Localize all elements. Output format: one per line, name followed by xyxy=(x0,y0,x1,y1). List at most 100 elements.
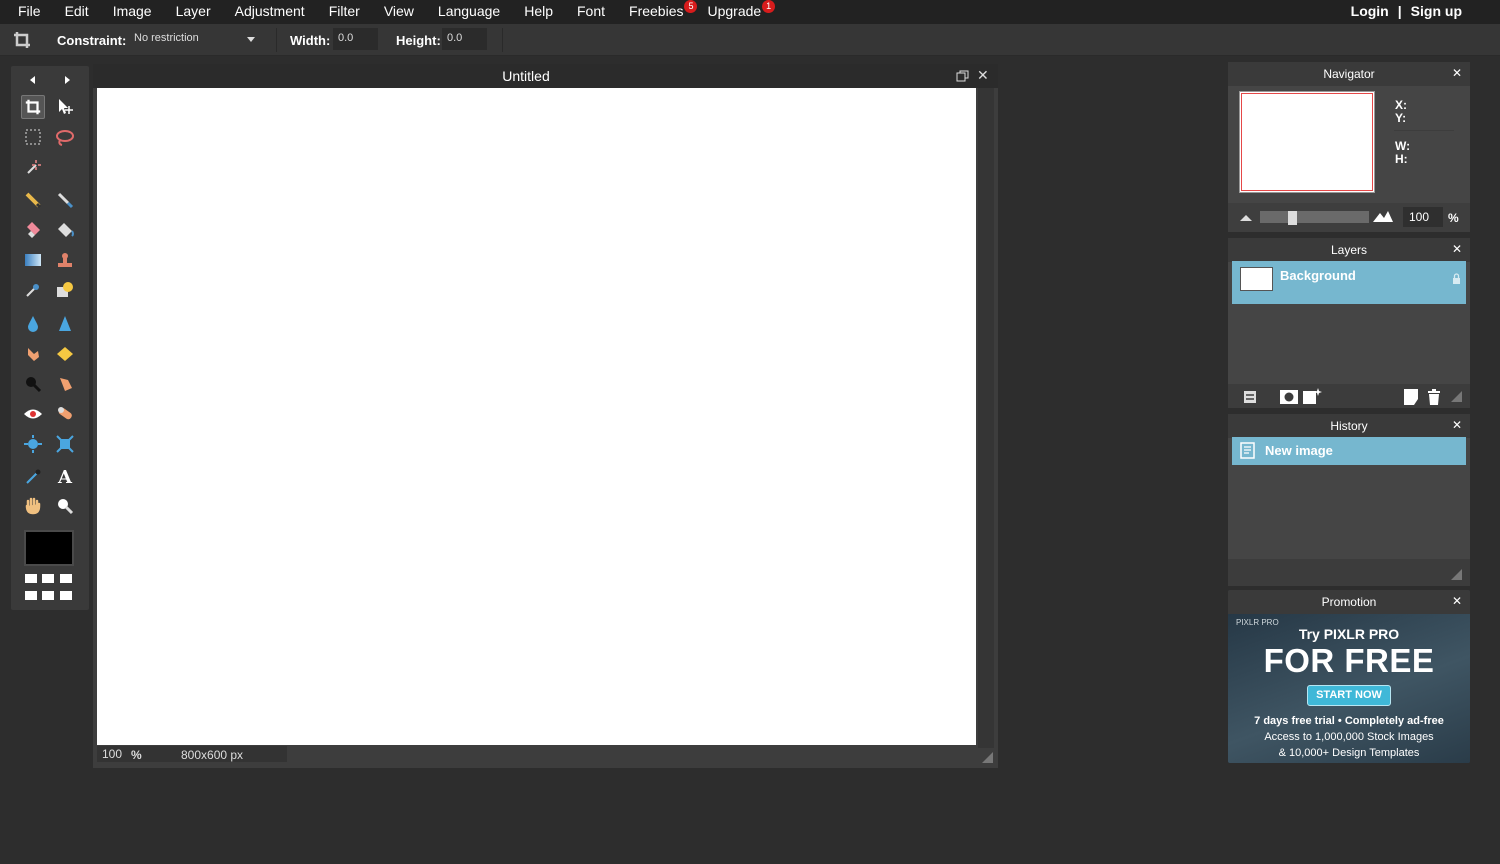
move-tool-button[interactable] xyxy=(53,95,77,119)
resize-grip-icon[interactable] xyxy=(982,752,993,763)
bucket-tool-button[interactable] xyxy=(53,218,77,242)
promotion-title: Promotion xyxy=(1321,595,1377,609)
foreground-color-swatch[interactable] xyxy=(24,530,74,566)
zoom-input[interactable]: 100 xyxy=(1403,207,1443,227)
menu-language[interactable]: Language xyxy=(426,0,512,24)
dodge-tool-button[interactable] xyxy=(53,372,77,396)
promotion-banner[interactable]: PIXLR PRO Try PIXLR PRO FOR FREE START N… xyxy=(1228,614,1470,763)
toolbox-right-arrow-icon[interactable] xyxy=(65,76,70,84)
height-input[interactable]: 0.0 xyxy=(442,28,487,50)
gradient-tool-button[interactable] xyxy=(21,248,45,272)
menu-font[interactable]: Font xyxy=(565,0,617,24)
pencil-icon xyxy=(25,192,42,209)
document-titlebar[interactable]: Untitled ✕ xyxy=(93,64,998,88)
bloat-tool-button[interactable] xyxy=(21,432,45,456)
drop-icon xyxy=(28,316,38,332)
picker-tool-button[interactable] xyxy=(53,278,77,302)
zoom-slider[interactable] xyxy=(1260,211,1369,223)
menu-adjustment-label: Adjustment xyxy=(234,3,305,19)
spot-heal-tool-button[interactable] xyxy=(53,402,77,426)
crop-icon xyxy=(25,99,41,115)
marquee-tool-button[interactable] xyxy=(21,125,45,149)
lasso-tool-button[interactable] xyxy=(53,125,77,149)
toolbox: A xyxy=(11,66,89,610)
lock-icon[interactable] xyxy=(1452,273,1461,284)
close-icon[interactable]: ✕ xyxy=(1452,242,1462,256)
trash-icon[interactable] xyxy=(1427,389,1441,405)
menu-file-label: File xyxy=(18,3,41,19)
layer-mask-icon[interactable] xyxy=(1280,390,1298,404)
close-icon[interactable]: ✕ xyxy=(1452,594,1462,608)
scrollbar[interactable] xyxy=(978,88,994,748)
close-icon[interactable]: ✕ xyxy=(977,67,989,84)
menu-filter[interactable]: Filter xyxy=(317,0,372,24)
toolbox-left-arrow-icon[interactable] xyxy=(30,76,35,84)
layer-row[interactable]: Background xyxy=(1232,261,1466,304)
menu-freebies[interactable]: Freebies 5 xyxy=(617,0,698,24)
layer-effects-icon[interactable] xyxy=(1303,388,1323,404)
smudge-tool-button[interactable] xyxy=(21,342,45,366)
brush-tool-button[interactable] xyxy=(53,188,77,212)
hand-tool-button[interactable] xyxy=(21,494,45,518)
resize-grip-icon[interactable] xyxy=(1451,391,1462,402)
burn-icon xyxy=(26,377,42,393)
start-now-button[interactable]: START NOW xyxy=(1307,685,1391,706)
history-item[interactable]: New image xyxy=(1232,437,1466,465)
picker-icon xyxy=(57,282,73,297)
constraint-value: No restriction xyxy=(134,32,199,44)
history-item-label: New image xyxy=(1265,443,1333,458)
new-layer-icon[interactable] xyxy=(1404,389,1418,405)
canvas[interactable] xyxy=(97,88,976,745)
replace-tool-button[interactable] xyxy=(21,278,45,302)
menu-font-label: Font xyxy=(577,3,606,19)
stamp-tool-button[interactable] xyxy=(53,248,77,272)
promotion-header: Promotion ✕ xyxy=(1228,590,1470,614)
signup-link[interactable]: Sign up xyxy=(1411,3,1462,19)
promotion-text-2: Access to 1,000,000 Stock Images xyxy=(1264,731,1434,743)
menu-help[interactable]: Help xyxy=(512,0,565,24)
redeye-tool-button[interactable] xyxy=(21,402,45,426)
text-tool-button[interactable]: A xyxy=(53,465,77,489)
menu-upgrade[interactable]: Upgrade 1 xyxy=(695,0,776,24)
colorpicker-tool-button[interactable] xyxy=(21,465,45,489)
pencil-tool-button[interactable] xyxy=(21,188,45,212)
zoom-slider-handle[interactable] xyxy=(1288,211,1297,225)
sharpen-tool-button[interactable] xyxy=(53,312,77,336)
resize-grip-icon[interactable] xyxy=(1451,569,1462,580)
menu-image[interactable]: Image xyxy=(101,0,164,24)
promotion-text-3: & 10,000+ Design Templates xyxy=(1278,747,1420,759)
burn-tool-button[interactable] xyxy=(21,372,45,396)
restore-icon[interactable] xyxy=(956,70,969,82)
layers-footer xyxy=(1228,384,1470,408)
menu-file[interactable]: File xyxy=(0,0,53,24)
blur-tool-button[interactable] xyxy=(21,312,45,336)
navigator-zoom-bar: 100 % xyxy=(1228,203,1470,232)
layers-title: Layers xyxy=(1330,243,1368,257)
navigator-thumbnail[interactable] xyxy=(1239,91,1375,193)
wand-tool-button[interactable] xyxy=(21,155,45,179)
constraint-select[interactable]: No restriction xyxy=(129,28,261,50)
menu-adjustment[interactable]: Adjustment xyxy=(223,0,317,24)
menu-layer[interactable]: Layer xyxy=(164,0,223,24)
width-input[interactable]: 0.0 xyxy=(333,28,378,50)
close-icon[interactable]: ✕ xyxy=(1452,418,1462,432)
zoom-level[interactable]: 100 xyxy=(102,747,122,761)
divider xyxy=(276,28,277,52)
zoom-out-icon[interactable] xyxy=(1240,213,1252,221)
menu-view[interactable]: View xyxy=(372,0,426,24)
hand-icon xyxy=(25,497,41,515)
menu-edit[interactable]: Edit xyxy=(53,0,101,24)
bloat-icon xyxy=(24,435,42,453)
close-icon[interactable]: ✕ xyxy=(1452,66,1462,80)
h-label: H: xyxy=(1395,152,1408,166)
zoom-in-icon[interactable] xyxy=(1373,210,1393,222)
navigator-viewport-frame[interactable] xyxy=(1241,93,1373,191)
sponge-tool-button[interactable] xyxy=(53,342,77,366)
crop-tool-button[interactable] xyxy=(21,95,45,119)
pinch-tool-button[interactable] xyxy=(53,432,77,456)
layer-settings-icon[interactable] xyxy=(1243,390,1257,404)
login-link[interactable]: Login xyxy=(1351,3,1389,19)
zoom-tool-button[interactable] xyxy=(53,494,77,518)
replace-icon xyxy=(26,284,39,297)
eraser-tool-button[interactable] xyxy=(21,218,45,242)
